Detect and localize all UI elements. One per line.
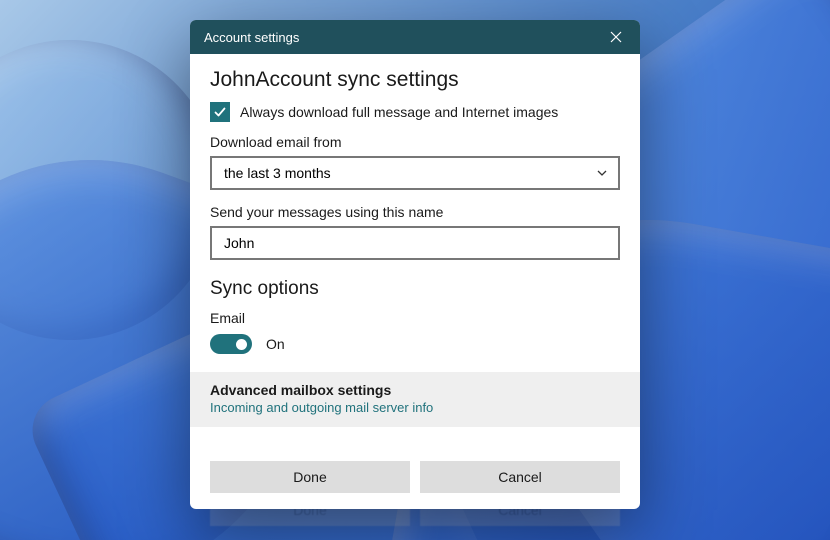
sync-email-state: On bbox=[266, 336, 285, 352]
sender-name-label: Send your messages using this name bbox=[210, 204, 620, 220]
always-download-checkbox[interactable] bbox=[210, 102, 230, 122]
dialog-buttons: Done Cancel bbox=[190, 427, 640, 509]
sync-email-toggle[interactable] bbox=[210, 334, 252, 354]
account-settings-dialog: Account settings JohnAccount sync settin… bbox=[190, 20, 640, 509]
sender-name-input[interactable] bbox=[210, 226, 620, 260]
advanced-title: Advanced mailbox settings bbox=[210, 382, 620, 398]
titlebar: Account settings bbox=[190, 20, 640, 54]
chevron-down-icon bbox=[596, 167, 608, 179]
titlebar-title: Account settings bbox=[204, 30, 299, 45]
download-from-value: the last 3 months bbox=[224, 165, 331, 181]
download-from-select[interactable]: the last 3 months bbox=[210, 156, 620, 190]
done-button[interactable]: Done bbox=[210, 461, 410, 493]
toggle-knob bbox=[236, 339, 247, 350]
cancel-button[interactable]: Cancel bbox=[420, 461, 620, 493]
sync-options-heading: Sync options bbox=[210, 278, 620, 300]
checkmark-icon bbox=[213, 105, 227, 119]
close-icon bbox=[610, 31, 622, 43]
advanced-mailbox-settings[interactable]: Advanced mailbox settings Incoming and o… bbox=[190, 372, 640, 427]
advanced-subtitle: Incoming and outgoing mail server info bbox=[210, 400, 620, 415]
sync-email-label: Email bbox=[210, 310, 620, 326]
download-from-label: Download email from bbox=[210, 134, 620, 150]
always-download-label: Always download full message and Interne… bbox=[240, 104, 558, 120]
page-title: JohnAccount sync settings bbox=[210, 68, 620, 92]
close-button[interactable] bbox=[604, 25, 628, 49]
